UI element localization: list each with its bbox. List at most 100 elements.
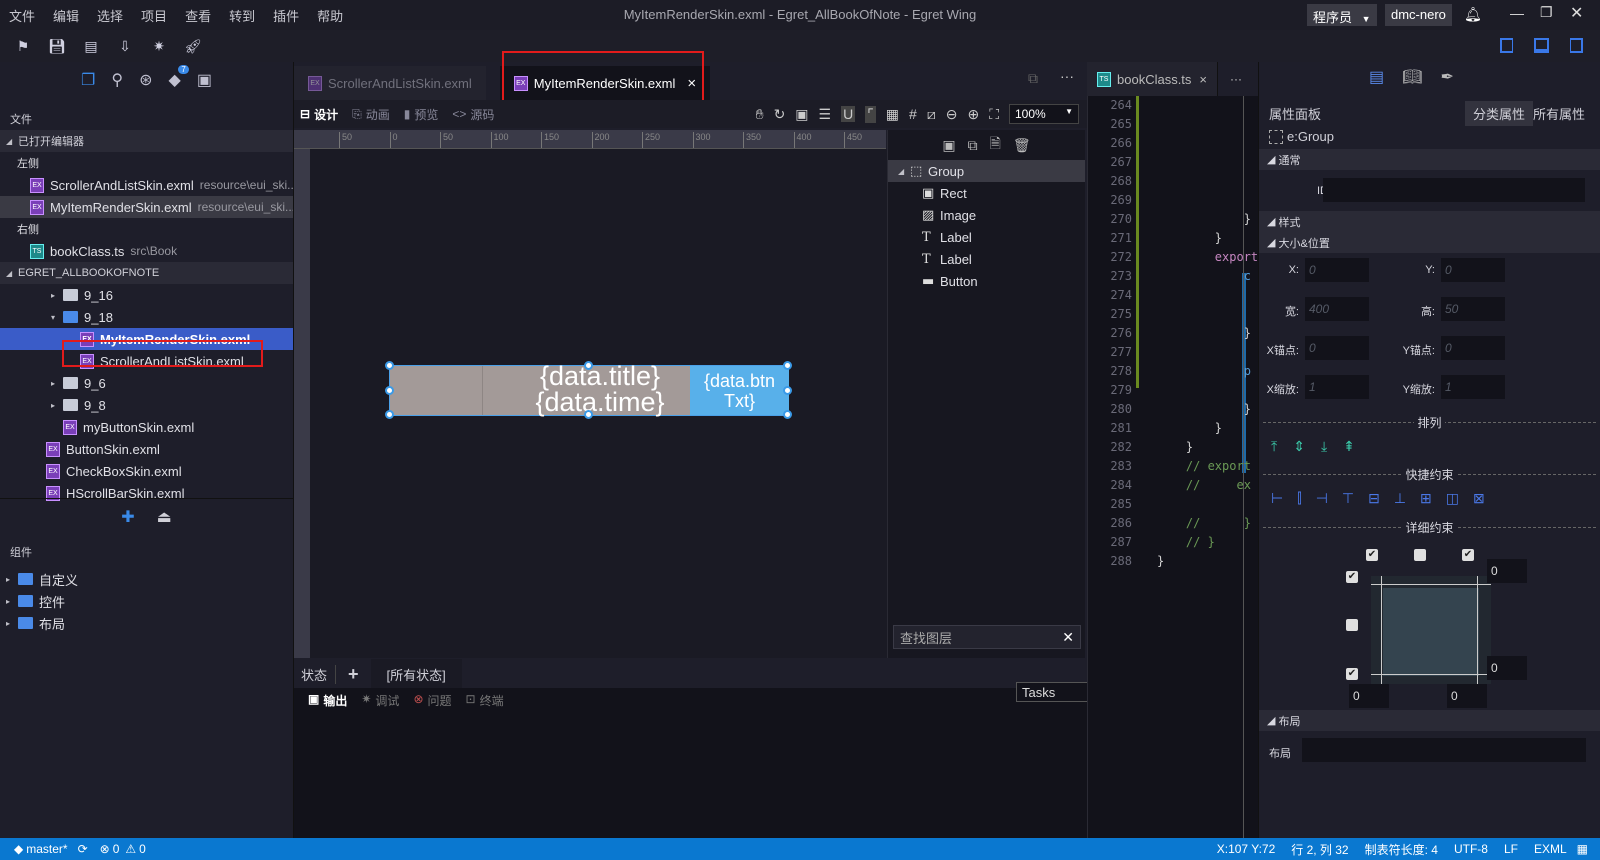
save-all-icon[interactable]: ▤: [82, 37, 100, 55]
section-size-position[interactable]: ◢ 大小&位置: [1259, 232, 1600, 253]
export-ts-icon[interactable]: 🗎︎: [990, 133, 1001, 157]
tree-item[interactable]: ▸ 9_8: [0, 394, 293, 416]
resize-handle[interactable]: [385, 361, 394, 370]
hash-grid-icon[interactable]: #: [909, 106, 917, 122]
minimize-icon[interactable]: —: [1510, 5, 1524, 21]
constrain-vcenter-icon[interactable]: ⊟: [1368, 490, 1380, 507]
trash-icon[interactable]: 🗑︎: [1013, 137, 1031, 154]
constrain-left-icon[interactable]: ⊢: [1271, 490, 1283, 507]
search-icon[interactable]: ⚲: [111, 70, 123, 90]
item-render-group[interactable]: {data.title} {data.time} {data.btn Txt}: [385, 361, 792, 419]
resource-icon[interactable]: ▣: [197, 70, 212, 90]
toggle-bottom-panel-icon[interactable]: [1534, 38, 1549, 53]
git-branch[interactable]: master*: [26, 842, 67, 856]
resize-handle[interactable]: [783, 410, 792, 419]
feedback-icon[interactable]: ▦: [1577, 842, 1588, 856]
field-input[interactable]: 400: [1305, 297, 1369, 321]
output-tab[interactable]: ⊡ 终端: [466, 692, 504, 709]
component-category[interactable]: ▸ 控件: [0, 590, 293, 612]
design-tab[interactable]: ⊟ 设计: [300, 106, 338, 123]
expand-caret-icon[interactable]: ▾: [51, 313, 63, 322]
open-editor-item[interactable]: EX ScrollerAndListSkin.exml resource\eui_s…: [0, 174, 293, 196]
magnet-icon[interactable]: U: [841, 106, 856, 122]
expand-caret-icon[interactable]: ▸: [51, 401, 63, 410]
hand-tool-icon[interactable]: ✋︎: [756, 106, 764, 123]
field-input[interactable]: 0: [1305, 336, 1369, 360]
image-toggle-icon[interactable]: ⧄: [927, 106, 936, 123]
menu-item[interactable]: 查看: [176, 6, 220, 25]
resize-handle[interactable]: [783, 361, 792, 370]
right-constraint-checkbox[interactable]: ✔: [1462, 549, 1474, 561]
save-icon[interactable]: 💾︎: [48, 37, 66, 55]
menu-item[interactable]: 插件: [264, 6, 308, 25]
bottom-constraint-input[interactable]: 0: [1487, 656, 1527, 680]
section-layout[interactable]: ◢ 布局: [1259, 710, 1600, 731]
title-label[interactable]: {data.title}: [500, 363, 700, 390]
layer-item[interactable]: ◢ ⬚ Group: [888, 160, 1085, 182]
component-category[interactable]: ▸ 布局: [0, 612, 293, 634]
field-input[interactable]: 0: [1441, 258, 1505, 282]
layer-item[interactable]: T Label: [888, 226, 1085, 248]
component-category[interactable]: ▸ 自定义: [0, 568, 293, 590]
menu-item[interactable]: 编辑: [44, 6, 88, 25]
book-icon[interactable]: 📖︎: [1402, 67, 1422, 87]
time-label[interactable]: {data.time}: [500, 389, 700, 416]
add-state-button[interactable]: +: [336, 664, 371, 685]
layer-item[interactable]: ▨ Image: [888, 204, 1085, 226]
split-editor-icon[interactable]: ⧉: [1028, 70, 1038, 87]
constrain-bottom-icon[interactable]: ⊥: [1394, 490, 1406, 507]
restore-icon[interactable]: ❐: [1540, 4, 1553, 21]
align-bottom-icon[interactable]: ⤓: [1321, 438, 1327, 455]
lock-frame-icon[interactable]: ▣: [795, 106, 808, 123]
tab-size[interactable]: 制表符长度: 4: [1365, 841, 1438, 858]
layer-item[interactable]: ▬ Button: [888, 270, 1085, 292]
code-editor[interactable]: 264 265 266 267 268 269 270 } 271 } 272 export 27…: [1087, 96, 1258, 838]
resize-handle[interactable]: [584, 410, 593, 419]
toggle-left-panel-icon[interactable]: [1500, 38, 1513, 53]
zoom-out-icon[interactable]: ⊖: [946, 106, 958, 123]
open-editor-item[interactable]: TS bookClass.ts src\Book: [0, 240, 293, 262]
expand-caret-icon[interactable]: ▸: [6, 619, 18, 628]
layer-search-input[interactable]: 查找图层 ✕: [893, 625, 1081, 649]
right-constraint-input[interactable]: 0: [1447, 684, 1487, 708]
resize-handle[interactable]: [584, 361, 593, 370]
editor-tab[interactable]: EX ScrollerAndListSkin.exml: [294, 66, 486, 100]
category-props-button[interactable]: 分类属性: [1465, 101, 1534, 126]
ruler-guide-icon[interactable]: ⌜: [865, 105, 876, 123]
left-constraint-input[interactable]: 0: [1349, 684, 1389, 708]
vcenter-constraint-checkbox[interactable]: [1346, 619, 1358, 631]
fit-screen-icon[interactable]: ⛶: [989, 106, 999, 123]
more-actions-button[interactable]: ···: [1230, 72, 1242, 86]
props-icon[interactable]: ▤: [1369, 67, 1384, 87]
output-tab[interactable]: ✷ 调试: [361, 692, 399, 709]
constrain-hcenter-icon[interactable]: ⫿: [1297, 490, 1301, 507]
line-ending[interactable]: LF: [1504, 842, 1518, 856]
tree-item[interactable]: ▸ 9_16: [0, 284, 293, 306]
editor-tab[interactable]: EX MyItemRenderSkin.exml ×: [499, 66, 711, 100]
field-input[interactable]: 0: [1305, 258, 1369, 282]
layout-input[interactable]: [1302, 738, 1586, 762]
tree-item[interactable]: EX myButtonSkin.exml: [0, 416, 293, 438]
puzzle-icon[interactable]: ✚: [121, 507, 134, 527]
encoding[interactable]: UTF-8: [1454, 842, 1488, 856]
field-input[interactable]: 1: [1441, 375, 1505, 399]
menu-item[interactable]: 选择: [88, 6, 132, 25]
tree-item[interactable]: ▾ 9_18: [0, 306, 293, 328]
section-common[interactable]: ◢ 通常: [1259, 149, 1600, 170]
close-tab-icon[interactable]: ×: [1199, 72, 1207, 87]
tree-item[interactable]: EX CheckBoxSkin.exml: [0, 460, 293, 482]
line-col[interactable]: 行 2, 列 32: [1291, 841, 1348, 858]
expand-caret-icon[interactable]: ▸: [6, 597, 18, 606]
tree-item[interactable]: ▸ 9_6: [0, 372, 293, 394]
design-canvas[interactable]: {data.title} {data.time} {data.btn Txt}: [310, 149, 887, 658]
fill-height-icon[interactable]: ◫: [1446, 490, 1459, 507]
new-project-icon[interactable]: ⚑: [14, 37, 32, 55]
open-editor-item[interactable]: EX MyItemRenderSkin.exml resource\eui_ski.…: [0, 196, 293, 218]
design-tab[interactable]: ⎘ 动画: [352, 106, 390, 123]
tree-item[interactable]: EX ScrollerAndListSkin.exml: [0, 350, 293, 372]
zoom-in-icon[interactable]: ⊕: [967, 106, 979, 123]
resize-handle[interactable]: [783, 385, 792, 395]
refresh-icon[interactable]: ↻: [774, 106, 786, 123]
layer-item[interactable]: T Label: [888, 248, 1085, 270]
top-constraint-checkbox[interactable]: ✔: [1346, 571, 1358, 583]
